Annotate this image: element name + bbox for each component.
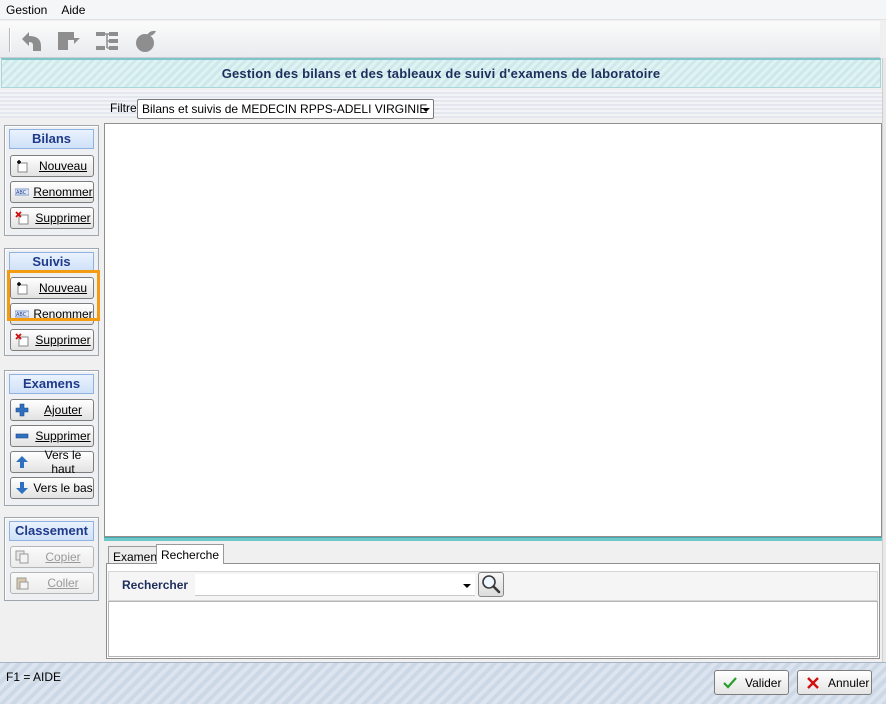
bilans-group: Bilans Nouveau ABC Renommer Supprimer — [4, 125, 99, 236]
examens-move-up-button[interactable]: Vers le haut — [10, 448, 94, 476]
toolbar — [0, 21, 880, 58]
chevron-down-icon — [422, 108, 430, 112]
examens-delete-button[interactable]: Supprimer — [10, 425, 94, 447]
export-icon[interactable] — [56, 29, 82, 53]
minus-icon — [15, 433, 29, 439]
plus-icon — [15, 403, 29, 417]
examens-add-button[interactable]: Ajouter — [10, 399, 94, 421]
toolbar-separator — [9, 28, 11, 52]
apple-icon[interactable] — [133, 29, 159, 53]
suivis-delete-button[interactable]: Supprimer — [10, 329, 94, 351]
suivis-delete-label: Supprimer — [35, 333, 91, 347]
classement-paste-label: Coller — [47, 576, 79, 590]
suivis-new-label: Nouveau — [38, 281, 88, 295]
checkmark-icon — [723, 676, 737, 689]
page-title: Gestion des bilans et des tableaux de su… — [221, 66, 661, 81]
search-label: Rechercher — [122, 578, 189, 592]
chevron-down-icon[interactable] — [463, 584, 471, 588]
bilans-delete-label: Supprimer — [35, 211, 91, 225]
bilans-rename-button[interactable]: ABC Renommer — [10, 181, 94, 203]
examens-delete-label: Supprimer — [35, 429, 91, 443]
filter-select[interactable]: Bilans et suivis de MEDECIN RPPS-ADELI V… — [137, 99, 434, 119]
menu-gestion[interactable]: Gestion — [0, 3, 55, 17]
examens-move-down-button[interactable]: Vers le bas — [10, 477, 94, 499]
arrow-down-icon — [16, 482, 28, 494]
delete-document-icon — [15, 211, 29, 225]
rename-abc-icon: ABC — [15, 188, 29, 196]
filter-label: Filtre — [110, 101, 137, 115]
examens-group: Examens Ajouter Supprimer Vers le haut V… — [4, 370, 99, 506]
help-hint: F1 = AIDE — [6, 670, 62, 684]
search-input[interactable] — [195, 574, 475, 596]
classement-paste-button[interactable]: Coller — [10, 572, 94, 594]
bilans-rename-label: Renommer — [33, 185, 93, 199]
search-icon — [482, 575, 501, 594]
bilans-new-button[interactable]: Nouveau — [10, 155, 94, 177]
filter-value: Bilans et suivis de MEDECIN RPPS-ADELI V… — [142, 102, 428, 116]
rename-abc-icon: ABC — [15, 310, 29, 318]
suivis-rename-button[interactable]: ABC Renommer — [10, 303, 94, 325]
suivis-new-button[interactable]: Nouveau — [10, 277, 94, 299]
search-results[interactable] — [108, 601, 878, 657]
page-header: Gestion des bilans et des tableaux de su… — [1, 58, 881, 88]
copy-icon — [15, 550, 29, 564]
examens-title: Examens — [9, 374, 94, 394]
suivis-group: Suivis Nouveau ABC Renommer Supprimer — [4, 248, 99, 356]
cancel-label: Annuler — [828, 675, 870, 690]
bilans-delete-button[interactable]: Supprimer — [10, 207, 94, 229]
examens-add-label: Ajouter — [43, 403, 83, 417]
validate-button[interactable]: Valider — [714, 670, 789, 695]
paste-icon — [16, 577, 29, 590]
delete-document-icon — [15, 333, 29, 347]
new-document-icon — [17, 282, 28, 295]
classement-copy-button[interactable]: Copier — [10, 546, 94, 568]
search-button[interactable] — [478, 572, 504, 597]
bilans-new-label: Nouveau — [38, 159, 88, 173]
validate-label: Valider — [745, 675, 782, 690]
suivis-title: Suivis — [9, 252, 94, 272]
classement-title: Classement — [9, 521, 94, 541]
examens-move-down-label: Vers le bas — [33, 481, 93, 495]
close-icon — [807, 676, 819, 689]
arrow-up-icon — [16, 456, 28, 468]
tree-icon[interactable] — [94, 29, 120, 53]
svg-text:ABC: ABC — [16, 190, 27, 196]
new-document-icon — [17, 160, 28, 173]
tab-recherche[interactable]: Recherche — [156, 544, 225, 564]
panel-splitter[interactable] — [104, 537, 882, 541]
classement-copy-label: Copier — [45, 550, 81, 564]
cancel-button[interactable]: Annuler — [797, 670, 872, 695]
back-icon[interactable] — [19, 29, 45, 53]
tab-examen[interactable]: Examen — [108, 546, 163, 564]
bilans-title: Bilans — [9, 129, 94, 149]
main-content-area[interactable] — [104, 123, 882, 537]
classement-group: Classement Copier Coller — [4, 517, 99, 601]
menu-aide[interactable]: Aide — [55, 3, 93, 17]
suivis-rename-label: Renommer — [33, 307, 93, 321]
window-edge — [882, 58, 886, 662]
menu-bar: Gestion Aide — [0, 0, 886, 20]
examens-move-up-label: Vers le haut — [44, 448, 82, 476]
svg-text:ABC: ABC — [16, 312, 27, 318]
